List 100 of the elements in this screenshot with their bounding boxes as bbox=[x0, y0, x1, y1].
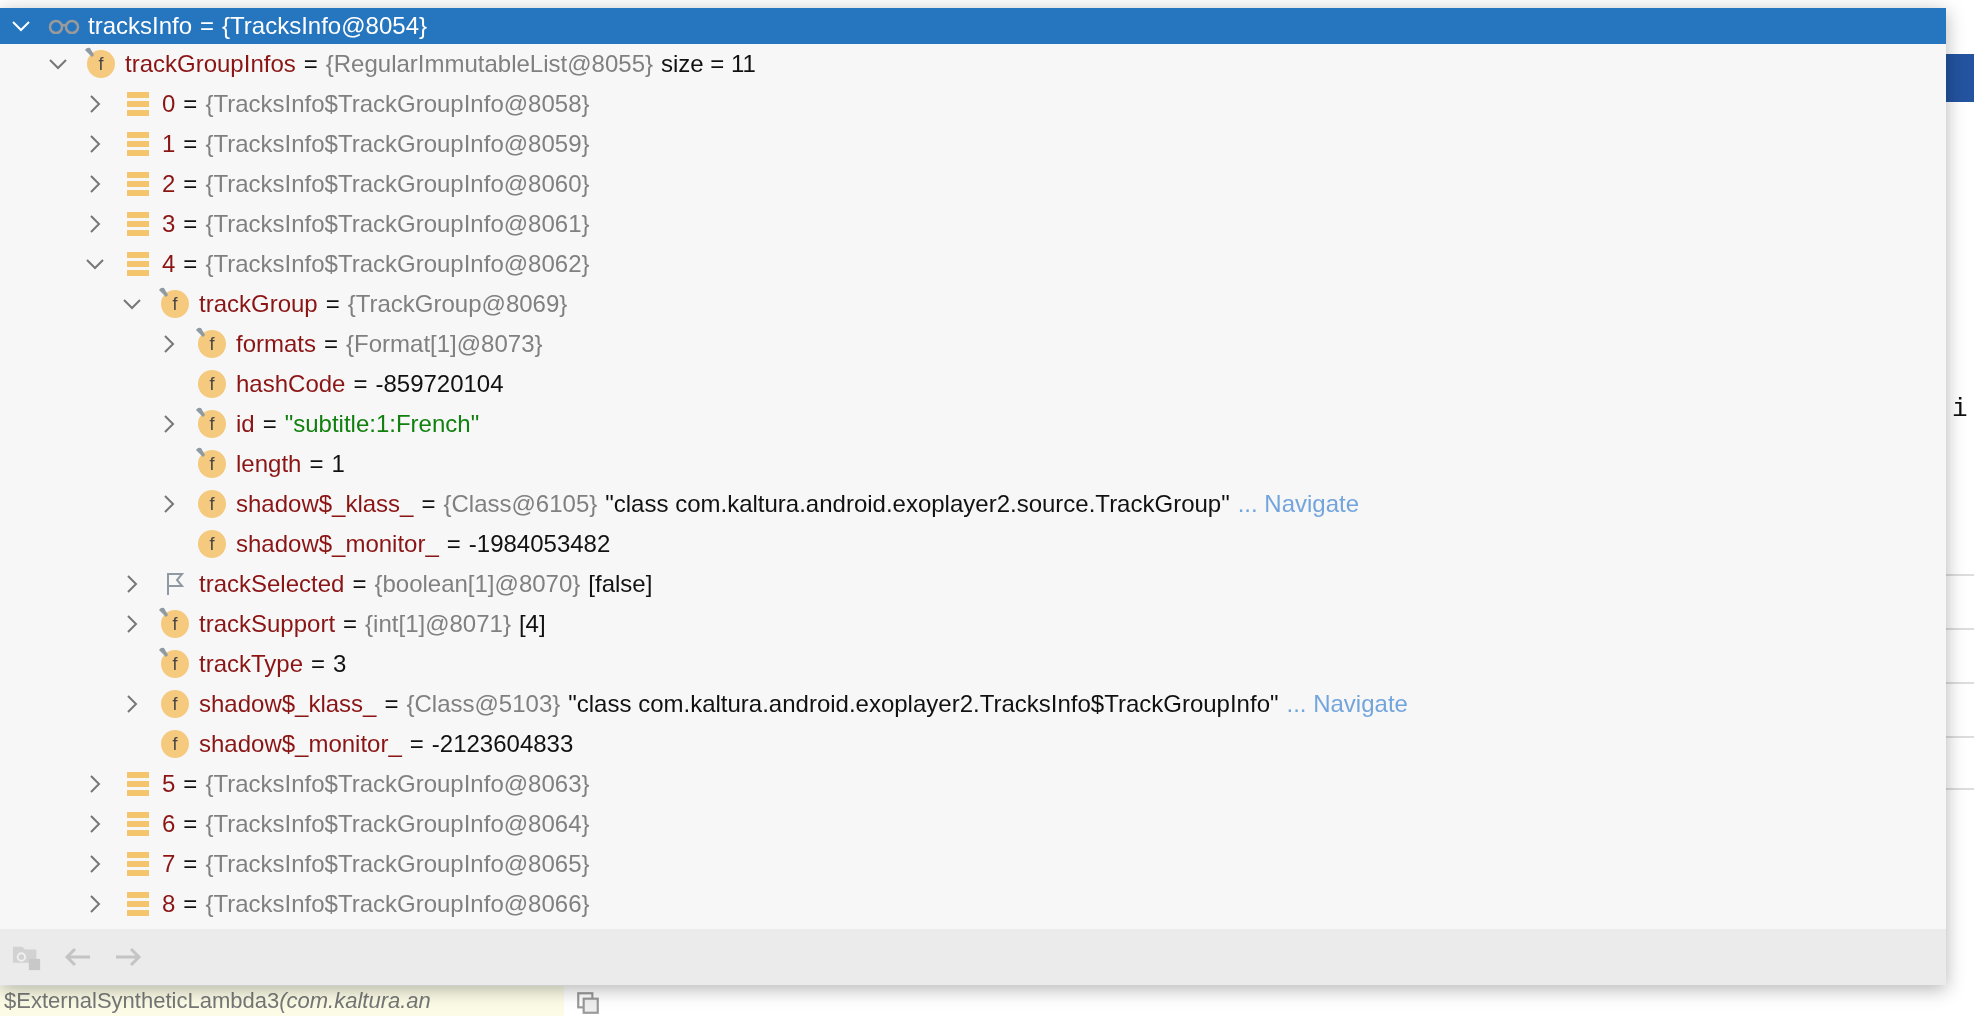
equals-sign: = bbox=[183, 850, 198, 878]
equals-sign: = bbox=[200, 12, 215, 40]
tree-row[interactable]: f trackGroup = {TrackGroup@8069} bbox=[0, 284, 1946, 324]
glasses-icon bbox=[48, 18, 80, 34]
chevron-icon[interactable] bbox=[89, 854, 101, 874]
chevron-icon[interactable] bbox=[85, 258, 105, 270]
object-reference: {TracksInfo$TrackGroupInfo@8060} bbox=[205, 170, 590, 198]
field-icon: f bbox=[198, 490, 226, 518]
variable-name: trackSupport bbox=[199, 610, 336, 638]
field-icon: f bbox=[198, 450, 226, 478]
tree-row[interactable]: 7 = {TracksInfo$TrackGroupInfo@8065} bbox=[0, 844, 1946, 884]
tree-row[interactable]: f hashCode = -859720104 bbox=[0, 364, 1946, 404]
variable-value: 1 bbox=[331, 450, 345, 478]
equals-sign: = bbox=[384, 690, 399, 718]
object-reference: {Class@6105} bbox=[443, 490, 598, 518]
object-reference: {TracksInfo$TrackGroupInfo@8058} bbox=[205, 90, 590, 118]
field-icon: f bbox=[161, 730, 189, 758]
field-icon: f bbox=[161, 690, 189, 718]
field-icon: f bbox=[198, 410, 226, 438]
tree-row[interactable]: 1 = {TracksInfo$TrackGroupInfo@8059} bbox=[0, 124, 1946, 164]
field-icon: f bbox=[198, 370, 226, 398]
list-icon bbox=[127, 251, 149, 277]
equals-sign: = bbox=[183, 90, 198, 118]
tree-row[interactable]: f length = 1 bbox=[0, 444, 1946, 484]
tree-row[interactable]: 4 = {TracksInfo$TrackGroupInfo@8062} bbox=[0, 244, 1946, 284]
chevron-icon[interactable] bbox=[89, 774, 101, 794]
field-icon: f bbox=[87, 50, 115, 78]
chevron-icon[interactable] bbox=[163, 334, 175, 354]
tree-row[interactable]: f formats = {Format[1]@8073} bbox=[0, 324, 1946, 364]
equals-sign: = bbox=[325, 290, 340, 318]
variable-name: 4 bbox=[162, 250, 176, 278]
variable-name: tracksInfo bbox=[88, 12, 193, 40]
field-icon: f bbox=[198, 530, 226, 558]
tree-row[interactable]: f shadow$_klass_ = {Class@6105} "class com.kaltura.android.exoplayer2.source.TrackGroup" ... Navigate bbox=[0, 484, 1946, 524]
chevron-icon[interactable] bbox=[126, 694, 138, 714]
object-reference: {TracksInfo$TrackGroupInfo@8065} bbox=[205, 850, 590, 878]
equals-sign: = bbox=[421, 490, 436, 518]
variable-name: 7 bbox=[162, 850, 176, 878]
variable-name: 6 bbox=[162, 810, 176, 838]
variable-name: shadow$_klass_ bbox=[199, 690, 377, 718]
copy-icon[interactable] bbox=[575, 990, 601, 1016]
tree-row[interactable]: f shadow$_klass_ = {Class@5103} "class com.kaltura.android.exoplayer2.TracksInfo$TrackGroupInfo" ... Navigate bbox=[0, 684, 1946, 724]
variable-name: shadow$_klass_ bbox=[236, 490, 414, 518]
list-icon bbox=[127, 771, 149, 797]
chevron-icon[interactable] bbox=[89, 134, 101, 154]
list-icon bbox=[127, 91, 149, 117]
object-reference: {TracksInfo$TrackGroupInfo@8062} bbox=[205, 250, 590, 278]
tree-row[interactable]: f trackType = 3 bbox=[0, 644, 1946, 684]
variable-name: 1 bbox=[162, 130, 176, 158]
equals-sign: = bbox=[183, 170, 198, 198]
variable-value: 3 bbox=[333, 650, 347, 678]
variable-value: [4] bbox=[518, 610, 546, 638]
variable-name: trackGroup bbox=[199, 290, 318, 318]
equals-sign: = bbox=[353, 370, 368, 398]
tree-row[interactable]: 3 = {TracksInfo$TrackGroupInfo@8061} bbox=[0, 204, 1946, 244]
tree-row[interactable]: tracksInfo = {TracksInfo@8054} bbox=[0, 8, 1946, 44]
variable-name: 0 bbox=[162, 90, 176, 118]
tree-row[interactable]: f shadow$_monitor_ = -2123604833 bbox=[0, 724, 1946, 764]
variable-name: trackSelected bbox=[199, 570, 345, 598]
tree-row[interactable]: f id = "subtitle:1:French" bbox=[0, 404, 1946, 444]
object-reference: {TracksInfo$TrackGroupInfo@8063} bbox=[205, 770, 590, 798]
chevron-icon[interactable] bbox=[89, 814, 101, 834]
chevron-icon[interactable] bbox=[89, 894, 101, 914]
chevron-icon[interactable] bbox=[126, 574, 138, 594]
object-reference: {Class@5103} bbox=[406, 690, 561, 718]
object-reference: {Format[1]@8073} bbox=[346, 330, 543, 358]
object-reference: {TrackGroup@8069} bbox=[347, 290, 568, 318]
object-reference: {TracksInfo$TrackGroupInfo@8059} bbox=[205, 130, 590, 158]
tree-row[interactable]: 0 = {TracksInfo$TrackGroupInfo@8058} bbox=[0, 84, 1946, 124]
chevron-icon[interactable] bbox=[89, 174, 101, 194]
tree-row[interactable]: 5 = {TracksInfo$TrackGroupInfo@8063} bbox=[0, 764, 1946, 804]
chevron-icon[interactable] bbox=[122, 298, 142, 310]
tree-row[interactable]: 8 = {TracksInfo$TrackGroupInfo@8066} bbox=[0, 884, 1946, 924]
tree-row[interactable]: f trackGroupInfos = {RegularImmutableList@8055} size = 11 bbox=[0, 44, 1946, 84]
tree-row[interactable]: trackSelected = {boolean[1]@8070} [false] bbox=[0, 564, 1946, 604]
chevron-icon[interactable] bbox=[48, 58, 68, 70]
chevron-icon[interactable] bbox=[89, 94, 101, 114]
list-icon bbox=[127, 851, 149, 877]
list-icon bbox=[127, 131, 149, 157]
tree-row[interactable]: 2 = {TracksInfo$TrackGroupInfo@8060} bbox=[0, 164, 1946, 204]
list-icon bbox=[127, 811, 149, 837]
variable-value: -1984053482 bbox=[468, 530, 611, 558]
chevron-icon[interactable] bbox=[89, 214, 101, 234]
chevron-icon[interactable] bbox=[163, 494, 175, 514]
equals-sign: = bbox=[324, 330, 339, 358]
tree-row[interactable]: f shadow$_monitor_ = -1984053482 bbox=[0, 524, 1946, 564]
chevron-icon[interactable] bbox=[163, 414, 175, 434]
code-text: i bbox=[1952, 394, 1968, 424]
flag-icon bbox=[165, 572, 185, 596]
list-icon bbox=[127, 891, 149, 917]
chevron-icon[interactable] bbox=[126, 614, 138, 634]
variable-name: shadow$_monitor_ bbox=[236, 530, 439, 558]
variable-value: "class com.kaltura.android.exoplayer2.source.TrackGroup" bbox=[605, 490, 1230, 518]
tree-row[interactable]: f trackSupport = {int[1]@8071} [4] bbox=[0, 604, 1946, 644]
tree-row[interactable]: 6 = {TracksInfo$TrackGroupInfo@8064} bbox=[0, 804, 1946, 844]
equals-sign: = bbox=[309, 450, 324, 478]
variable-value: "class com.kaltura.android.exoplayer2.TracksInfo$TrackGroupInfo" bbox=[568, 690, 1279, 718]
equals-sign: = bbox=[183, 810, 198, 838]
variable-name: 3 bbox=[162, 210, 176, 238]
size-label: size = 11 bbox=[661, 50, 756, 78]
